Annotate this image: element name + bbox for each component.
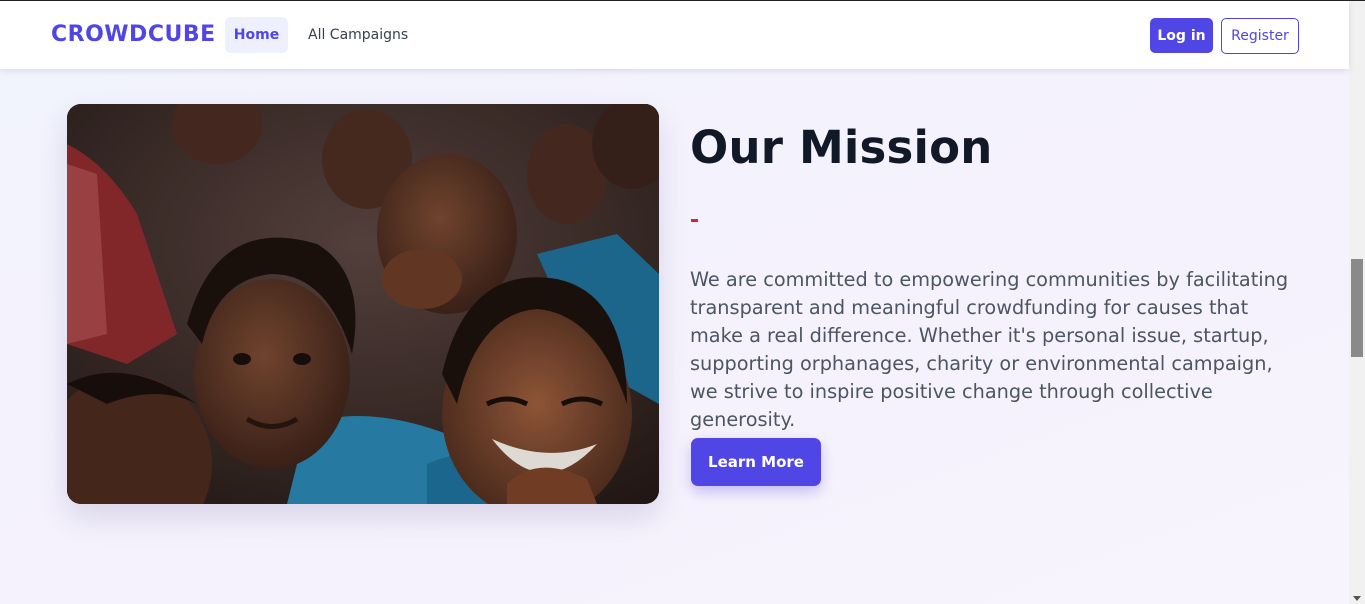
login-button[interactable]: Log in (1150, 18, 1213, 53)
brand-logo[interactable]: CROWDCUBE (51, 22, 216, 47)
nav-link-all-campaigns[interactable]: All Campaigns (308, 17, 408, 53)
children-photo-illustration (67, 104, 659, 504)
navbar: CROWDCUBE Home All Campaigns Log in Regi… (0, 1, 1349, 69)
mission-description: We are committed to empowering communiti… (690, 268, 1289, 431)
register-button[interactable]: Register (1221, 18, 1299, 54)
mission-photo (67, 104, 659, 504)
page-scrollbar[interactable] (1349, 1, 1365, 604)
accent-dash (691, 219, 698, 222)
nav-link-home[interactable]: Home (225, 17, 288, 53)
learn-more-button[interactable]: Learn More (691, 438, 821, 486)
scroll-down-arrow-icon[interactable] (1353, 596, 1361, 601)
mission-title: Our Mission (690, 121, 993, 174)
scrollbar-thumb[interactable] (1351, 259, 1363, 357)
mission-section: Our Mission We are committed to empoweri… (0, 69, 1349, 604)
